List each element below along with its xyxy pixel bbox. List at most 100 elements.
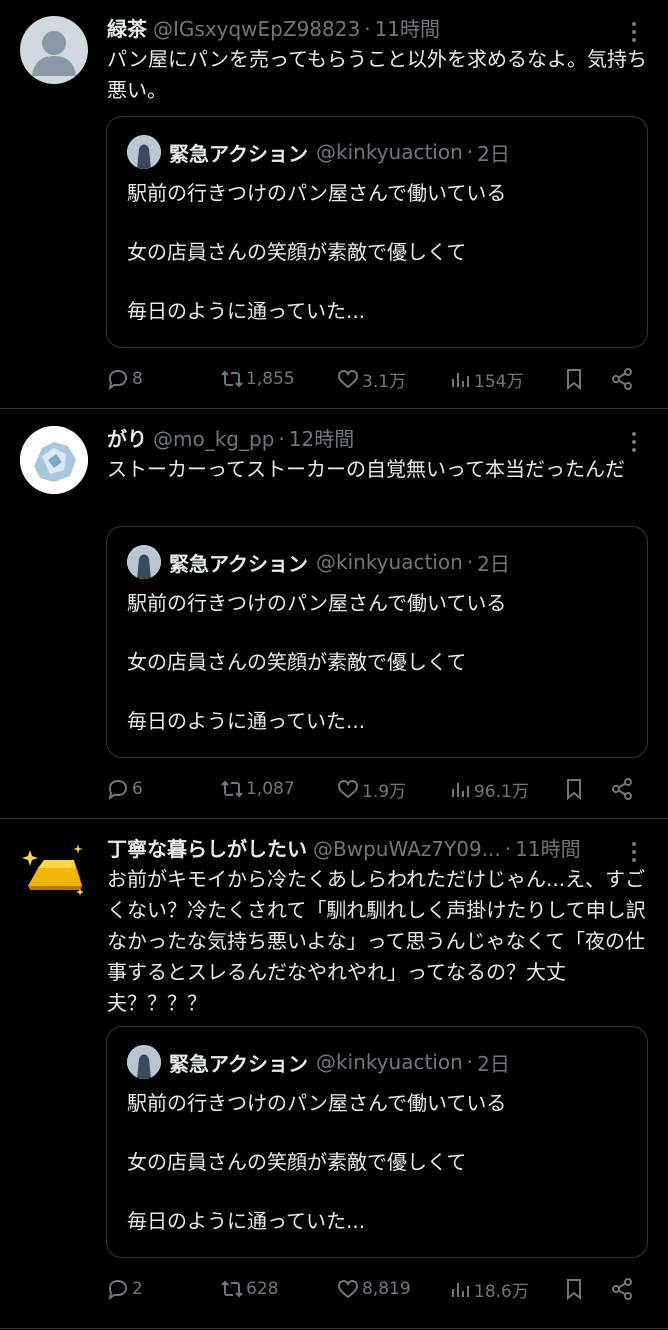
like-button[interactable]: 3.1万 xyxy=(336,364,406,394)
like-count: 3.1万 xyxy=(362,371,407,392)
tweet[interactable]: 緑茶 @IGsxyqwEpZ98823 · 11時間 パン屋にパンを売ってもらう… xyxy=(0,0,668,408)
more-options-icon[interactable] xyxy=(624,430,644,454)
tweet-text: お前がキモイから冷たくあしらわれただけじゃん...え、すごくない？冷たくされて「… xyxy=(107,867,646,1015)
tweet-text: ストーカーってストーカーの自覚無いって本当だったんだ xyxy=(107,457,625,481)
quoted-text: 駅前の行きつけのパン屋さんで働いている 女の店員さんの笑顔が素敵で優しくて 毎日… xyxy=(127,1089,627,1266)
quoted-handle: @kinkyuaction xyxy=(316,550,463,574)
separator-dot: · xyxy=(504,837,512,861)
timestamp[interactable]: 11時間 xyxy=(375,14,440,44)
retweet-icon xyxy=(221,370,243,388)
tweet-actions: 6 1,087 1.9万 96.1万 xyxy=(106,774,642,804)
tweet[interactable]: 丁寧な暮らしがしたい @BwpuWAz7Y09... · 11時間 お前がキモイ… xyxy=(0,820,668,1326)
retweet-button[interactable]: 1,855 xyxy=(220,364,295,394)
share-button[interactable] xyxy=(610,1274,636,1304)
quoted-header: 緊急アクション @kinkyuaction · 2日 xyxy=(127,1045,510,1079)
separator-dot: · xyxy=(466,550,474,574)
reply-icon xyxy=(108,779,128,801)
reply-button[interactable]: 2 xyxy=(106,1274,143,1304)
heart-icon xyxy=(337,779,359,799)
tweet-actions: 8 1,855 3.1万 154万 xyxy=(106,364,642,394)
quoted-line: 女の店員さんの笑顔が素敵で優しくて xyxy=(127,650,467,674)
quoted-display-name: 緊急アクション xyxy=(169,551,308,576)
views-button[interactable]: 18.6万 xyxy=(448,1274,529,1304)
bookmark-button[interactable] xyxy=(562,364,588,394)
reply-count: 6 xyxy=(132,779,143,799)
tweet-header: がり @mo_kg_pp · 12時間 xyxy=(107,424,624,454)
user-handle[interactable]: @IGsxyqwEpZ98823 xyxy=(153,14,360,44)
separator-dot: · xyxy=(364,17,371,41)
share-button[interactable] xyxy=(610,364,636,394)
quoted-header: 緊急アクション @kinkyuaction · 2日 xyxy=(127,545,510,579)
tweet-divider xyxy=(0,1328,668,1329)
quoted-display-name: 緊急アクション xyxy=(169,1051,308,1076)
analytics-icon xyxy=(452,373,469,387)
like-button[interactable]: 8,819 xyxy=(336,1274,411,1304)
like-count: 1.9万 xyxy=(362,781,407,802)
quoted-timestamp: 2日 xyxy=(477,141,510,166)
retweet-icon xyxy=(221,1280,243,1298)
share-icon xyxy=(612,368,632,390)
default-avatar[interactable] xyxy=(20,16,88,84)
tweet-divider xyxy=(0,818,668,819)
quoted-display-name: 緊急アクション xyxy=(169,141,308,166)
tweet-divider xyxy=(0,408,668,409)
retweet-icon xyxy=(221,780,243,798)
more-options-icon[interactable] xyxy=(624,20,644,44)
bookmark-button[interactable] xyxy=(562,774,588,804)
separator-dot: · xyxy=(278,427,285,451)
timeline: 緑茶 @IGsxyqwEpZ98823 · 11時間 パン屋にパンを売ってもらう… xyxy=(0,0,668,1330)
quoted-tweet[interactable]: 緊急アクション @kinkyuaction · 2日 駅前の行きつけのパン屋さん… xyxy=(106,1026,648,1258)
quoted-line: 毎日のように通っていた... xyxy=(127,709,366,733)
quoted-avatar xyxy=(127,545,161,579)
reply-icon xyxy=(108,1279,128,1301)
separator-dot: · xyxy=(466,140,474,164)
bookmark-icon xyxy=(567,1279,581,1301)
user-handle[interactable]: @mo_kg_pp xyxy=(153,424,274,454)
user-avatar[interactable] xyxy=(20,426,88,494)
quoted-line: 女の店員さんの笑顔が素敵で優しくて xyxy=(127,1150,467,1174)
quoted-line: 女の店員さんの笑顔が素敵で優しくて xyxy=(127,240,467,264)
retweet-button[interactable]: 1,087 xyxy=(220,774,295,804)
ice-crystal-image xyxy=(20,426,88,494)
tweet-text: パン屋にパンを売ってもらうこと以外を求めるなよ。気持ち悪い。 xyxy=(107,47,647,102)
quoted-tweet[interactable]: 緊急アクション @kinkyuaction · 2日 駅前の行きつけのパン屋さん… xyxy=(106,526,648,758)
quoted-text: 駅前の行きつけのパン屋さんで働いている 女の店員さんの笑顔が素敵で優しくて 毎日… xyxy=(127,589,627,766)
retweet-count: 1,855 xyxy=(246,369,295,389)
bookmark-button[interactable] xyxy=(562,1274,588,1304)
tweet-header: 丁寧な暮らしがしたい @BwpuWAz7Y09... · 11時間 xyxy=(107,834,624,864)
retweet-button[interactable]: 628 xyxy=(220,1274,278,1304)
display-name[interactable]: 緑茶 xyxy=(107,14,147,44)
heart-icon xyxy=(337,369,359,389)
like-button[interactable]: 1.9万 xyxy=(336,774,406,804)
view-count: 154万 xyxy=(474,371,524,392)
heart-icon xyxy=(337,1279,359,1299)
more-options-icon[interactable] xyxy=(624,840,644,864)
reply-button[interactable]: 8 xyxy=(106,364,143,394)
display-name[interactable]: がり xyxy=(107,424,147,454)
share-button[interactable] xyxy=(610,774,636,804)
quoted-handle: @kinkyuaction xyxy=(316,140,463,164)
views-button[interactable]: 154万 xyxy=(448,364,523,394)
share-icon xyxy=(612,1278,632,1300)
gold-bar-image xyxy=(22,844,84,896)
reply-count: 8 xyxy=(132,369,143,389)
person-silhouette-icon xyxy=(32,31,76,76)
quoted-avatar xyxy=(127,1045,161,1079)
display-name[interactable]: 丁寧な暮らしがしたい xyxy=(107,834,307,864)
reply-icon xyxy=(108,369,128,391)
timestamp[interactable]: 12時間 xyxy=(289,424,354,454)
views-button[interactable]: 96.1万 xyxy=(448,774,529,804)
analytics-icon xyxy=(452,1283,469,1297)
analytics-icon xyxy=(452,783,469,797)
user-avatar[interactable] xyxy=(20,836,88,904)
retweet-count: 1,087 xyxy=(246,779,295,799)
reply-button[interactable]: 6 xyxy=(106,774,143,804)
retweet-count: 628 xyxy=(246,1279,279,1299)
user-handle[interactable]: @BwpuWAz7Y09... xyxy=(313,834,501,864)
like-count: 8,819 xyxy=(362,1279,411,1299)
quoted-line: 駅前の行きつけのパン屋さんで働いている xyxy=(127,591,507,615)
timestamp[interactable]: 11時間 xyxy=(515,834,580,864)
tweet-actions: 2 628 8,819 18.6万 xyxy=(106,1274,642,1304)
tweet[interactable]: がり @mo_kg_pp · 12時間 ストーカーってストーカーの自覚無いって本… xyxy=(0,410,668,818)
quoted-tweet[interactable]: 緊急アクション @kinkyuaction · 2日 駅前の行きつけのパン屋さん… xyxy=(106,116,648,348)
